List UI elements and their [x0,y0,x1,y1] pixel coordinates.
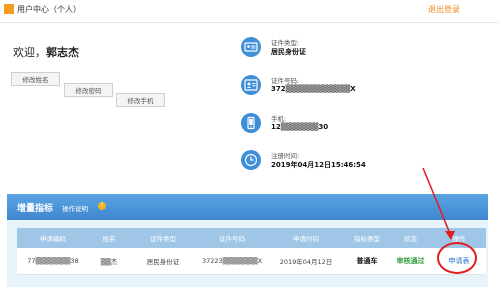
mobile-phone-icon [241,113,261,133]
cell-cert-type: 居民身份证 [129,248,197,275]
cert-type-row: 证件类型: 居民身份证 [241,37,441,65]
cert-number-row: 证件号码: 372▒▒▒▒▒▒▒▒▒▒▒▒X [241,75,441,103]
register-time-value: 2019年04月12日15:46:54 [271,161,366,169]
annotation-circle [437,242,477,274]
table-row: 77▒▒▒▒▒▒▒38 ▒▒杰 居民身份证 37223▒▒▒▒▒▒▒X 2019… [17,248,486,275]
page-title: 用户中心（个人） [17,5,81,14]
table-header-row: 申请编码 姓名 证件类型 证件号码 申请时间 指标类型 状态 操作 [17,228,486,248]
application-table: 申请编码 姓名 证件类型 证件号码 申请时间 指标类型 状态 操作 77▒▒▒▒… [17,228,486,275]
col-header-apply-time: 申请时间 [267,228,345,248]
help-link[interactable]: 操作说明 [62,203,88,213]
col-header-application-code: 申请编码 [17,228,89,248]
welcome-prefix: 欢迎， [13,46,46,59]
register-time-row: 注册时间: 2019年04月12日15:46:54 [241,150,441,178]
cert-number-label: 证件号码: [271,77,300,85]
cell-name: ▒▒杰 [89,248,129,275]
quota-panel-header: 增量指标 操作说明 ? [7,194,488,220]
col-header-name: 姓名 [89,228,129,248]
phone-value: 12▒▒▒▒▒▒▒30 [271,123,329,131]
cell-quota-type: 普通车 [345,248,389,275]
edit-password-button[interactable]: 修改密码 [64,83,113,97]
phone-row: 手机: 12▒▒▒▒▒▒▒30 [241,113,441,141]
cert-type-label: 证件类型: [271,39,300,47]
edit-phone-button[interactable]: 修改手机 [116,93,165,107]
page: 用户中心（个人） 退出登录 欢迎，郭志杰 修改姓名 修改密码 修改手机 证件类型… [0,0,499,293]
question-icon[interactable]: ? [98,202,106,210]
welcome-text: 欢迎，郭志杰 [13,44,79,60]
user-center-icon [4,4,14,14]
quota-panel-title: 增量指标 [17,204,54,214]
col-header-cert-type: 证件类型 [129,228,197,248]
cell-status: 审核通过 [389,248,432,275]
register-time-label: 注册时间: [271,152,300,160]
top-header: 用户中心（个人） 退出登录 [0,0,499,23]
id-card-icon [241,37,261,57]
user-name: 郭志杰 [46,46,79,59]
col-header-cert-number: 证件号码 [197,228,267,248]
cell-apply-time: 2019年04月12日 [267,248,345,275]
cell-cert-number: 37223▒▒▒▒▒▒▒X [197,248,267,275]
cert-number-value: 372▒▒▒▒▒▒▒▒▒▒▒▒X [271,85,356,93]
cert-type-value: 居民身份证 [271,48,306,56]
cell-application-code: 77▒▒▒▒▒▒▒38 [17,248,89,275]
logout-link[interactable]: 退出登录 [428,4,460,15]
col-header-status: 状态 [389,228,432,248]
col-header-quota-type: 指标类型 [345,228,389,248]
clock-icon [241,150,261,170]
phone-label: 手机: [271,115,287,123]
edit-name-button[interactable]: 修改姓名 [11,72,60,86]
contact-card-icon [241,75,261,95]
